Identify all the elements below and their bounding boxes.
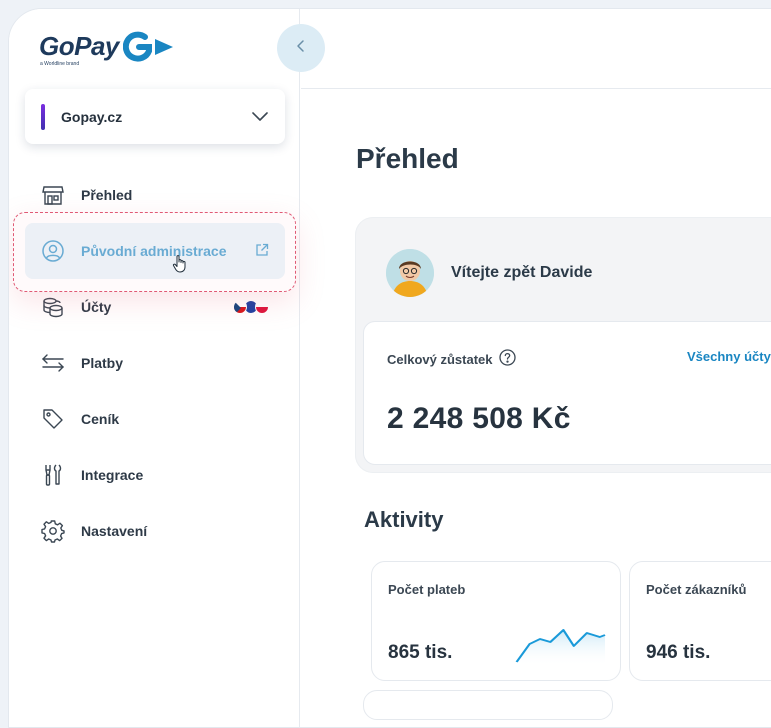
gopay-logo[interactable]: GoPay a Worldline brand [39,31,175,68]
stat-value: 865 tis. [388,642,453,663]
tools-icon [41,463,65,487]
balance-label-row: Celkový zůstatek [387,349,516,369]
page-title: Přehled [356,143,459,174]
sidebar-item-label: Integrace [81,467,144,483]
customers-count-card[interactable]: Počet zákazníků 946 tis. [629,561,771,681]
gear-icon [41,519,65,543]
app-window: GoPay a Worldline brand Gopay.cz Přehled… [8,8,771,728]
sidebar-item-nastaveni[interactable]: Nastavení [25,503,285,559]
shop-selector[interactable]: Gopay.cz [25,89,285,144]
stat-label: Počet zákazníků [646,582,747,597]
external-link-icon [255,243,269,262]
coins-icon [41,295,65,319]
sidebar-item-ucty[interactable]: Účty [25,279,285,335]
storefront-icon [41,183,65,207]
logo-g-icon [122,31,175,68]
payments-count-card[interactable]: Počet plateb 865 tis. [371,561,621,681]
czech-flag-icon [233,300,247,314]
welcome-message: Vítejte zpět Davide [451,264,593,281]
collapse-sidebar-button[interactable] [277,24,325,72]
avatar[interactable] [386,249,434,297]
shop-selector-value: Gopay.cz [61,108,123,125]
next-stat-card [363,690,613,720]
sidebar-item-label: Platby [81,355,124,371]
transfer-arrows-icon [41,351,65,375]
help-icon[interactable] [498,349,516,369]
sidebar-item-label: Účty [81,299,112,315]
stat-label: Počet plateb [388,582,466,597]
payments-sparkline [515,629,606,666]
stat-value: 946 tis. [646,642,711,663]
shop-color-bar [41,103,45,130]
welcome-card: Vítejte zpět Davide Celkový zůstatek Vše… [355,217,771,473]
sidebar-item-platby[interactable]: Platby [25,335,285,391]
chevron-down-icon [251,107,269,130]
logo-subtitle: a Worldline brand [40,61,80,67]
chevron-left-icon [294,39,308,58]
balance-card: Celkový zůstatek Všechny účty 2 248 508 … [363,321,771,465]
logo-text: GoPay [39,31,119,61]
user-circle-icon [41,239,65,263]
sidebar-item-prehled[interactable]: Přehled [25,167,285,223]
sidebar-item-integrace[interactable]: Integrace [25,447,285,503]
hand-cursor-icon [172,254,190,279]
all-accounts-link[interactable]: Všechny účty [687,349,771,364]
sidebar-item-label: Nastavení [81,523,148,539]
currency-flags [233,300,269,314]
sidebar-nav: Přehled Původní administrace Účty Platby… [25,167,285,559]
balance-label: Celkový zůstatek [387,351,493,367]
total-balance-value: 2 248 508 Kč [387,402,571,435]
sidebar-item-label: Původní administrace [81,243,227,259]
activities-title: Aktivity [364,507,444,532]
sidebar: GoPay a Worldline brand Gopay.cz Přehled… [9,9,300,727]
sidebar-item-label: Ceník [81,411,120,427]
poland-flag-icon [255,300,269,314]
main-content: Přehled Vítejte zpět Davide Celkový zůst… [301,90,771,727]
sidebar-item-puvodni-administrace[interactable]: Původní administrace [25,223,285,279]
price-tag-icon [41,407,65,431]
top-bar [301,9,771,89]
sidebar-item-cenik[interactable]: Ceník [25,391,285,447]
sidebar-item-label: Přehled [81,187,133,203]
